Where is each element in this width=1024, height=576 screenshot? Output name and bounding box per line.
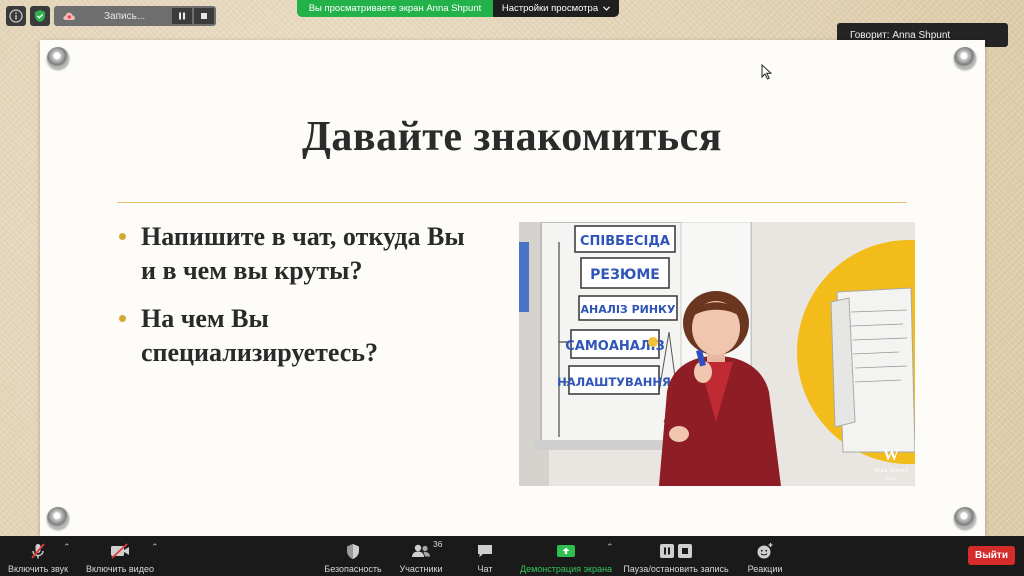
participants-button[interactable]: 36 Участники xyxy=(396,536,446,576)
info-icon xyxy=(9,9,23,23)
video-options-chevron-icon[interactable]: ⌃ xyxy=(151,542,159,553)
share-screen-icon xyxy=(557,545,575,557)
pushpin-icon xyxy=(47,47,69,69)
logo-line: Lviv xyxy=(885,476,896,482)
screen-share-banner: Вы просматриваете экран Anna Shpunt Наст… xyxy=(297,0,619,17)
share-options-chevron-icon[interactable]: ⌃ xyxy=(606,542,614,553)
slide-photo: СПІВБЕСІДА РЕЗЮМЕ АНАЛІЗ РИНКУ САМОАНАЛІ… xyxy=(519,222,915,486)
pushpin-icon xyxy=(954,507,976,529)
pause-icon xyxy=(179,12,185,20)
chat-button[interactable]: Чат xyxy=(470,536,500,576)
participants-label: Участники xyxy=(399,564,443,574)
pause-stop-recording-label: Пауза/остановить запись xyxy=(623,564,729,574)
security-button[interactable]: Безопасность xyxy=(322,536,384,576)
bullet-item: Напишите в чат, откуда Вы и в чем вы кру… xyxy=(117,220,477,288)
title-divider xyxy=(117,202,907,203)
stop-recording-icon xyxy=(678,544,692,558)
view-options-button[interactable]: Настройки просмотра xyxy=(493,0,619,17)
top-left-controls xyxy=(6,6,50,26)
view-options-label: Настройки просмотра xyxy=(501,3,599,14)
chat-label: Чат xyxy=(477,564,493,574)
unmute-label: Включить звук xyxy=(7,564,69,574)
reactions-button[interactable]: Реакции xyxy=(744,536,786,576)
shield-icon xyxy=(347,543,359,559)
cloud-record-icon xyxy=(63,12,75,20)
recording-pause-button[interactable] xyxy=(172,8,192,24)
smiley-plus-icon xyxy=(757,543,773,559)
meeting-info-button[interactable] xyxy=(6,6,26,26)
pause-stop-recording-button[interactable]: Пауза/остановить запись xyxy=(622,536,730,576)
start-video-label: Включить видео xyxy=(86,564,154,574)
chevron-down-icon xyxy=(603,6,611,11)
pushpin-icon xyxy=(954,47,976,69)
reactions-label: Реакции xyxy=(747,564,783,574)
bullet-item: На чем Вы специализируетесь? xyxy=(117,302,477,370)
meeting-toolbar: Включить звук ⌃ Включить видео ⌃ Безопас… xyxy=(0,536,1024,576)
recording-stop-button[interactable] xyxy=(194,8,214,24)
leave-meeting-button[interactable]: Выйти xyxy=(968,546,1015,565)
start-video-button[interactable]: Включить видео xyxy=(84,536,156,576)
share-screen-label: Демонстрация экрана xyxy=(520,564,612,574)
board-word: НАЛАШТУВАННЯ xyxy=(557,375,671,389)
board-word: РЕЗЮМЕ xyxy=(590,267,660,283)
encryption-shield-button[interactable] xyxy=(30,6,50,26)
logo-line: Work Service xyxy=(873,467,909,474)
share-screen-button[interactable]: Демонстрация экрана xyxy=(518,536,614,576)
share-banner-text: Вы просматриваете экран Anna Shpunt xyxy=(297,0,493,17)
shield-check-icon xyxy=(35,10,45,22)
security-label: Безопасность xyxy=(324,564,382,574)
slide-bullets: Напишите в чат, откуда Вы и в чем вы кру… xyxy=(117,220,477,384)
logo-letter: W xyxy=(883,447,899,464)
audio-options-chevron-icon[interactable]: ⌃ xyxy=(63,542,71,553)
recording-label: Запись... xyxy=(104,10,146,22)
chat-bubble-icon xyxy=(478,545,492,557)
slide-title: Давайте знакомиться xyxy=(302,114,722,160)
video-off-icon xyxy=(111,543,129,559)
stop-icon xyxy=(201,13,207,19)
participants-icon xyxy=(412,544,430,557)
pause-recording-icon xyxy=(660,544,674,558)
board-word: СПІВБЕСІДА xyxy=(580,234,670,249)
pushpin-icon xyxy=(47,507,69,529)
participants-count: 36 xyxy=(433,539,443,549)
unmute-button[interactable]: Включить звук xyxy=(6,536,70,576)
recording-indicator: Запись... xyxy=(54,6,216,26)
mouse-cursor-icon xyxy=(761,64,772,80)
board-word: АНАЛІЗ РИНКУ xyxy=(580,303,676,316)
mic-muted-icon xyxy=(31,543,45,559)
